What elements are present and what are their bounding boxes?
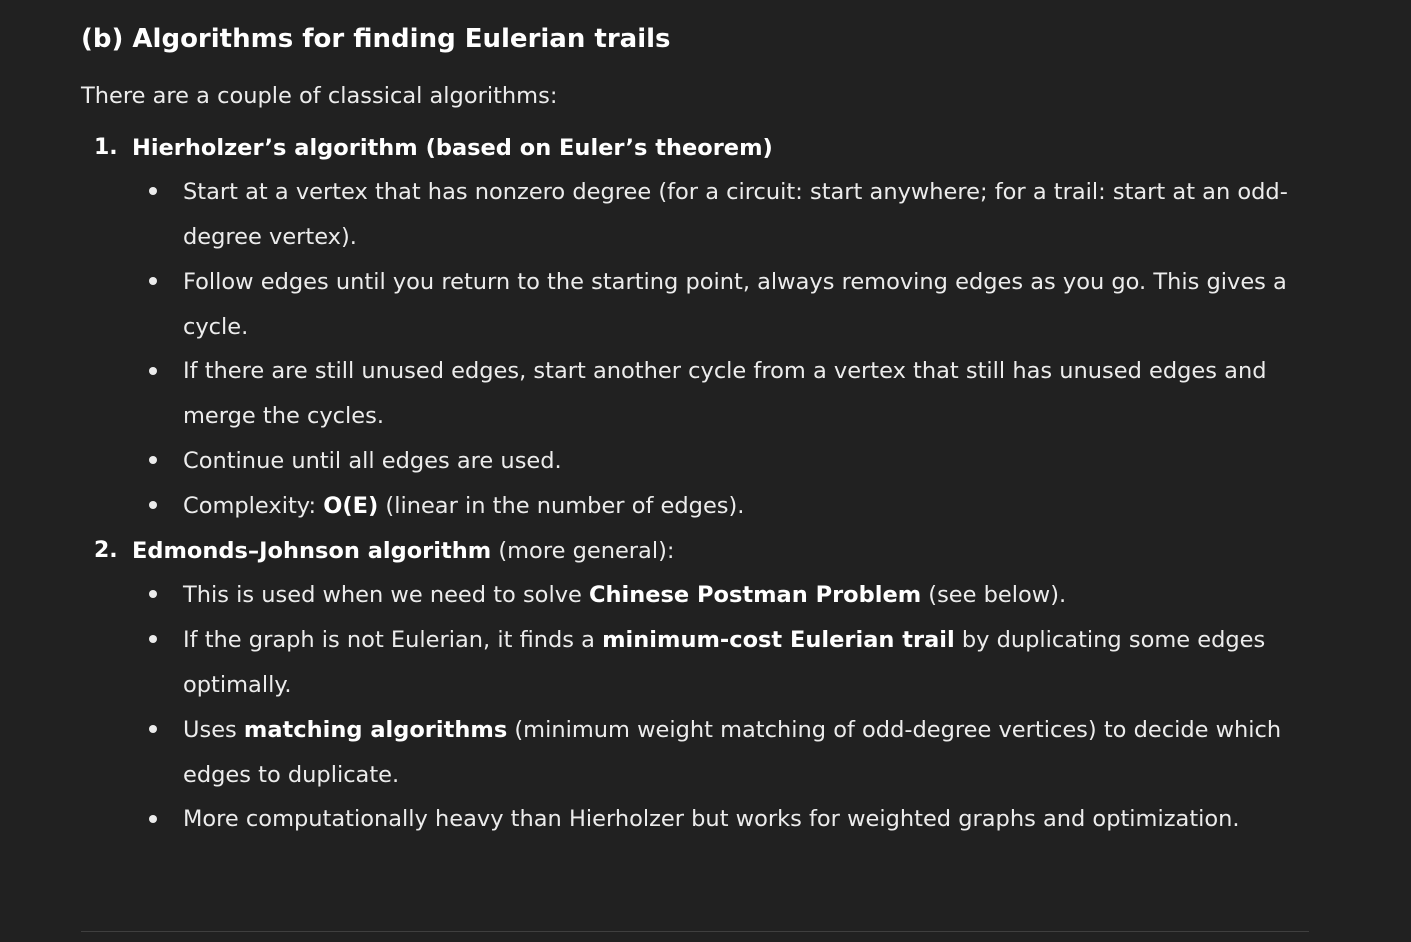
- bullet-dot: [149, 501, 157, 509]
- bullet-dot: [149, 725, 157, 733]
- emphasis: minimum-cost Eulerian trail: [602, 627, 955, 653]
- list-item: If there are still unused edges, start a…: [183, 358, 1267, 429]
- list-item: Uses matching algorithms (minimum weight…: [183, 717, 1282, 788]
- list-item: Start at a vertex that has nonzero degre…: [183, 179, 1288, 250]
- list-item: This is used when we need to solve Chine…: [183, 582, 1067, 608]
- bullet-dot: [149, 277, 157, 285]
- list-item: If the graph is not Eulerian, it finds a…: [183, 627, 1266, 698]
- bullet-dot: [149, 635, 157, 643]
- message-content: (b) Algorithms for finding Eulerian trai…: [81, 0, 1309, 942]
- list-number: 2.: [94, 538, 118, 563]
- emphasis: matching algorithms: [243, 717, 508, 743]
- list-item: More computationally heavy than Hierholz…: [183, 806, 1240, 832]
- section-divider: [81, 931, 1309, 932]
- algorithm-title: Hierholzer’s algorithm (based on Euler’s…: [132, 133, 773, 163]
- bullet-dot: [149, 590, 157, 598]
- algorithm-title: Edmonds–Johnson algorithm (more general)…: [132, 536, 674, 566]
- algorithm-qualifier: (more general):: [491, 538, 675, 564]
- bullet-dot: [149, 187, 157, 195]
- list-number: 1.: [94, 135, 118, 160]
- list-item: Complexity: O(E) (linear in the number o…: [183, 493, 745, 519]
- list-item: Follow edges until you return to the sta…: [183, 269, 1287, 340]
- bullet-dot: [149, 456, 157, 464]
- section-heading: (b) Algorithms for finding Eulerian trai…: [81, 24, 671, 54]
- list-item: Continue until all edges are used.: [183, 448, 562, 474]
- intro-paragraph: There are a couple of classical algorith…: [81, 83, 558, 109]
- bullet-dot: [149, 815, 157, 823]
- algorithm-name: Edmonds–Johnson algorithm: [132, 538, 492, 564]
- bullet-dot: [149, 367, 157, 375]
- algorithm-name: Hierholzer’s algorithm (based on Euler’s…: [132, 135, 773, 161]
- emphasis: Chinese Postman Problem: [589, 582, 922, 608]
- complexity-value: O(E): [323, 493, 379, 519]
